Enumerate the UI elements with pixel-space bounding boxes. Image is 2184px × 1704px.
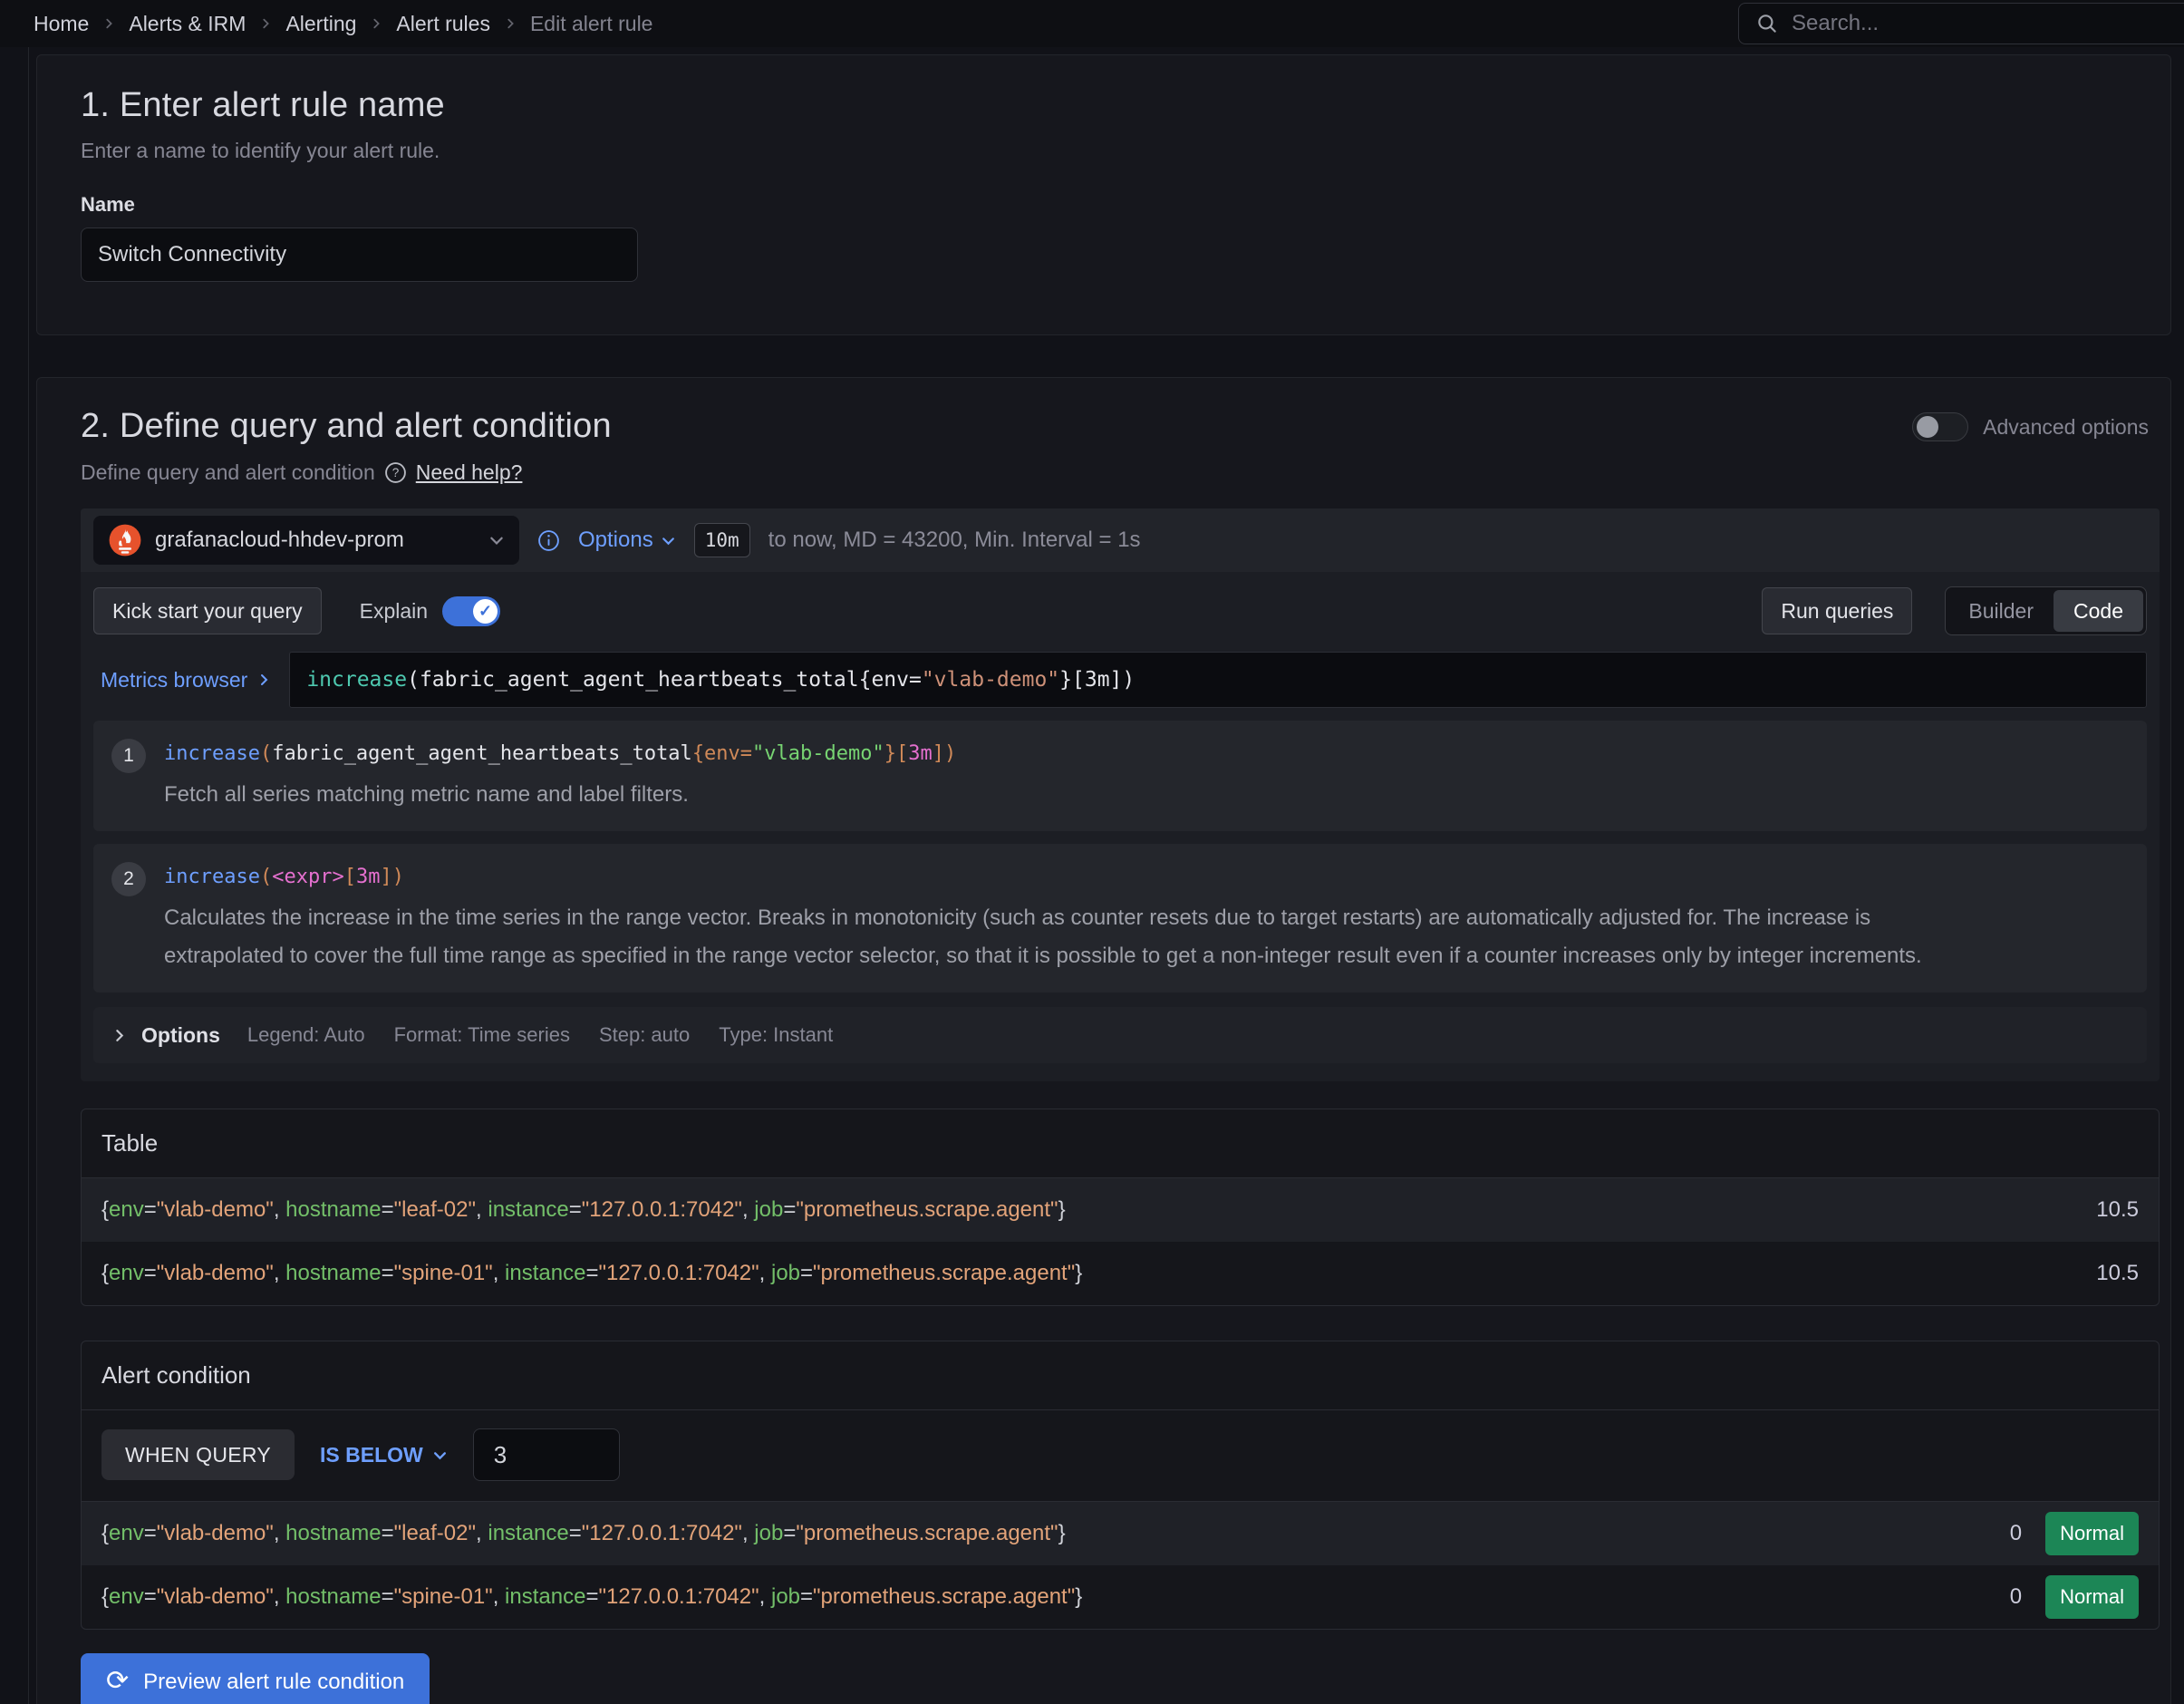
editor-mode-builder[interactable]: Builder	[1948, 590, 2054, 632]
top-nav: Home Alerts & IRM Alerting Alert rules Edit …	[0, 0, 2184, 47]
editor-mode-switch: Builder Code	[1945, 586, 2147, 635]
need-help-link[interactable]: Need help?	[416, 460, 523, 485]
metrics-browser-toggle[interactable]: Metrics browser	[93, 652, 289, 708]
explain-step-code: increase(fabric_agent_agent_heartbeats_t…	[164, 737, 956, 765]
datasource-name: grafanacloud-hhdev-prom	[155, 528, 404, 553]
content-left-divider	[28, 47, 29, 1704]
series-labelset: {env="vlab-demo", hostname="spine-01", i…	[101, 1261, 1082, 1286]
query-options-collapse[interactable]: Options Legend: Auto Format: Time series S…	[93, 1007, 2147, 1063]
chevron-right-icon	[256, 673, 271, 687]
section2-title: 2. Define query and alert condition	[81, 407, 612, 446]
editor-mode-code[interactable]: Code	[2054, 590, 2143, 632]
options-summary-item: Step: auto	[599, 1023, 690, 1046]
explain-toggle[interactable]: ✓	[442, 596, 500, 626]
condition-operator-select[interactable]: IS BELOW	[320, 1443, 448, 1467]
promql-query-text: increase(fabric_agent_agent_heartbeats_t…	[306, 668, 1135, 692]
time-range-badge[interactable]: 10m	[694, 523, 750, 557]
state-badge: Normal	[2045, 1575, 2139, 1619]
options-collapse-summary: Legend: Auto Format: Time series Step: aut…	[247, 1023, 862, 1047]
explain-step-1: 1 increase(fabric_agent_agent_heartbeats…	[93, 721, 2147, 831]
run-queries-button[interactable]: Run queries	[1762, 587, 1912, 634]
svg-text:?: ?	[392, 466, 400, 479]
sync-icon: ⟳	[106, 1668, 129, 1695]
section-define-query-and-alert-condition: 2. Define query and alert condition Adva…	[36, 377, 2171, 1704]
series-value: 10.5	[2096, 1197, 2139, 1223]
advanced-options-label: Advanced options	[1983, 415, 2149, 440]
section-enter-alert-rule-name: 1. Enter alert rule name Enter a name to…	[36, 54, 2171, 335]
section1-subtitle: Enter a name to identify your alert rule…	[81, 139, 2127, 163]
series-value: 10.5	[2096, 1261, 2139, 1286]
chevron-down-icon	[488, 532, 505, 548]
section1-title: 1. Enter alert rule name	[81, 86, 2127, 125]
check-icon: ✓	[473, 599, 498, 624]
explain-step-description: Fetch all series matching metric name an…	[164, 776, 956, 815]
preview-alert-rule-condition-button[interactable]: ⟳ Preview alert rule condition	[81, 1653, 430, 1704]
promql-query-input[interactable]: increase(fabric_agent_agent_heartbeats_t…	[289, 652, 2147, 708]
chevron-right-icon	[370, 17, 382, 30]
table-row: {env="vlab-demo", hostname="spine-01", i…	[82, 1242, 2159, 1305]
chevron-down-icon	[661, 533, 676, 548]
name-label: Name	[81, 193, 2127, 217]
breadcrumb-item[interactable]: Alerting	[285, 12, 356, 36]
alert-condition-title: Alert condition	[82, 1341, 2159, 1410]
condition-result-row: {env="vlab-demo", hostname="leaf-02", in…	[82, 1502, 2159, 1565]
explain-step-2: 2 increase(<expr>[3m]) Calculates the in…	[93, 844, 2147, 992]
explain-step-code: increase(<expr>[3m])	[164, 860, 1967, 888]
explain-step-description: Calculates the increase in the time seri…	[164, 899, 1967, 976]
breadcrumb-item[interactable]: Home	[34, 12, 89, 36]
alert-rule-name-input[interactable]	[81, 228, 638, 282]
chevron-right-icon	[259, 17, 272, 30]
options-summary-item: Type: Instant	[719, 1023, 833, 1046]
chevron-right-icon	[102, 17, 115, 30]
query-editor-panel: grafanacloud-hhdev-prom Options 10m to n…	[81, 508, 2160, 1081]
advanced-options-toggle[interactable]	[1912, 412, 1968, 441]
search-input[interactable]: Search...	[1738, 3, 2184, 44]
table-panel-title: Table	[82, 1109, 2159, 1178]
section2-subtitle: Define query and alert condition	[81, 460, 375, 485]
table-row: {env="vlab-demo", hostname="leaf-02", in…	[82, 1178, 2159, 1242]
breadcrumb-item[interactable]: Alerts & IRM	[129, 12, 246, 36]
step-number: 2	[111, 862, 146, 896]
alert-condition-panel: Alert condition WHEN QUERY IS BELOW {env…	[81, 1341, 2160, 1630]
condition-result-row: {env="vlab-demo", hostname="spine-01", i…	[82, 1565, 2159, 1629]
options-summary-item: Format: Time series	[394, 1023, 570, 1046]
explain-label: Explain	[360, 599, 428, 624]
when-query-button[interactable]: WHEN QUERY	[101, 1429, 295, 1480]
state-badge: Normal	[2045, 1512, 2139, 1555]
time-range-summary: to now, MD = 43200, Min. Interval = 1s	[768, 528, 1141, 553]
options-collapse-label: Options	[141, 1023, 220, 1048]
datasource-picker[interactable]: grafanacloud-hhdev-prom	[93, 516, 519, 565]
prometheus-icon	[108, 523, 142, 557]
breadcrumb-item: Edit alert rule	[530, 12, 653, 36]
search-placeholder: Search...	[1792, 11, 1879, 36]
threshold-input[interactable]	[473, 1428, 620, 1481]
chevron-right-icon	[504, 17, 517, 30]
breadcrumb-item[interactable]: Alert rules	[396, 12, 490, 36]
chevron-right-icon	[111, 1028, 127, 1043]
series-value: 0	[2010, 1521, 2022, 1546]
info-circle-icon[interactable]	[537, 529, 560, 552]
series-labelset: {env="vlab-demo", hostname="leaf-02", in…	[101, 1197, 1066, 1223]
series-value: 0	[2010, 1584, 2022, 1610]
kick-start-query-button[interactable]: Kick start your query	[93, 587, 322, 634]
breadcrumb: Home Alerts & IRM Alerting Alert rules Edit …	[34, 12, 652, 36]
chevron-down-icon	[432, 1447, 448, 1463]
main-content: 1. Enter alert rule name Enter a name to…	[0, 47, 2184, 1704]
search-icon	[1755, 12, 1779, 35]
options-summary-item: Legend: Auto	[247, 1023, 365, 1046]
series-labelset: {env="vlab-demo", hostname="spine-01", i…	[101, 1584, 1082, 1610]
query-options-dropdown[interactable]: Options	[578, 528, 676, 553]
series-labelset: {env="vlab-demo", hostname="leaf-02", in…	[101, 1521, 1066, 1546]
step-number: 1	[111, 739, 146, 773]
help-circle-icon: ?	[384, 461, 407, 484]
table-results-panel: Table {env="vlab-demo", hostname="leaf-0…	[81, 1109, 2160, 1306]
